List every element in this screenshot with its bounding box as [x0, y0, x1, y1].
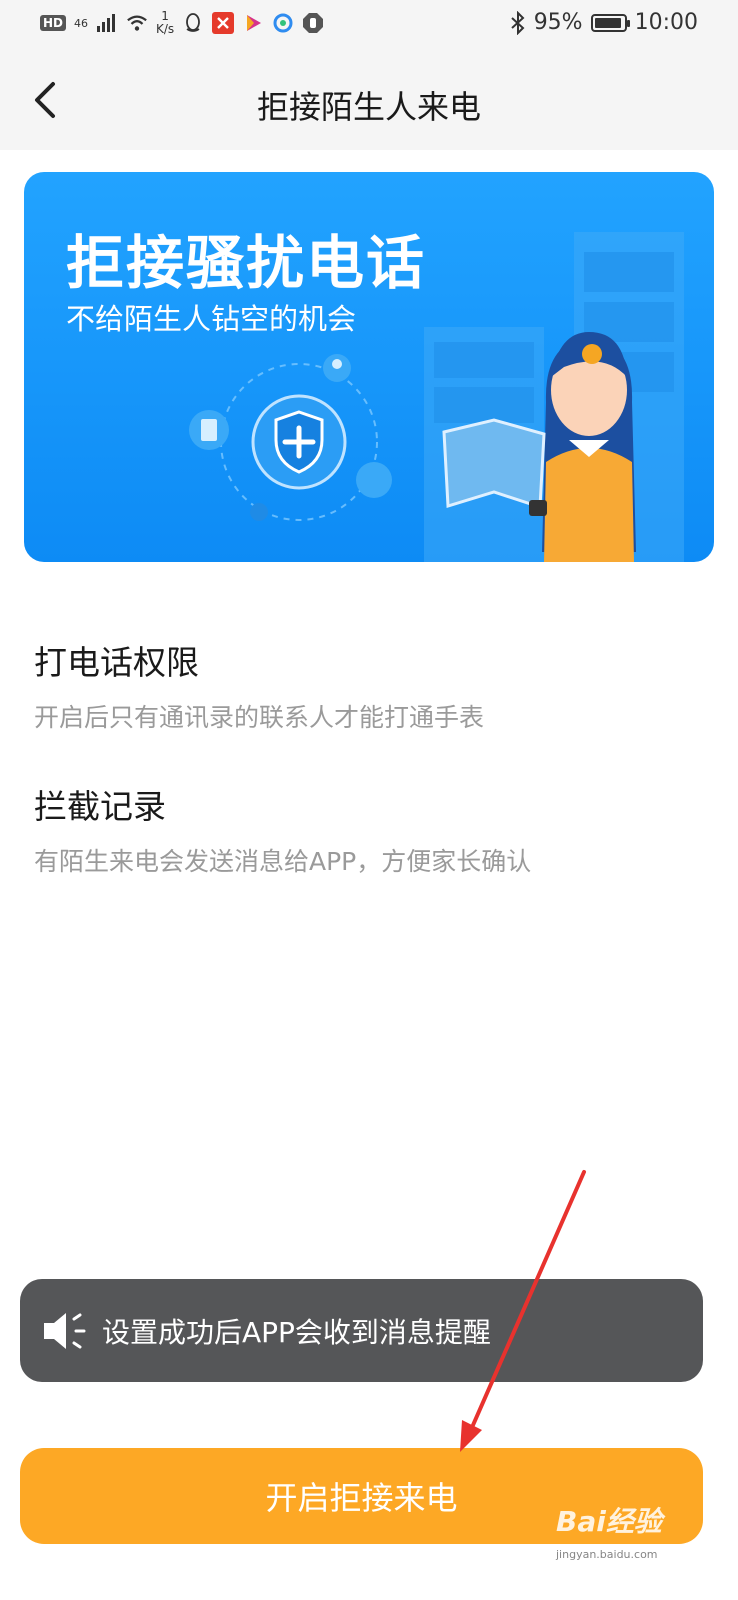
setting-description: 有陌生来电会发送消息给APP，方便家长确认	[34, 847, 532, 876]
battery-percent: 95%	[533, 10, 583, 35]
status-bar: HD 46 1 K/s 95% 10:00	[0, 0, 738, 52]
network-type: 46	[74, 16, 89, 30]
network-speed: 1 K/s	[156, 10, 174, 36]
browser-app-icon	[273, 13, 293, 33]
setting-title: 拦截记录	[34, 787, 166, 826]
bluetooth-icon	[511, 10, 525, 35]
qq-icon	[186, 13, 201, 32]
status-right: 95% 10:00	[510, 10, 698, 35]
setting-block-log[interactable]: 拦截记录 有陌生来电会发送消息给APP，方便家长确认	[34, 780, 694, 878]
play-app-icon	[247, 15, 262, 31]
setting-title: 打电话权限	[34, 643, 199, 682]
red-app-icon	[212, 12, 235, 34]
toast-text: 设置成功后APP会收到消息提醒	[102, 1315, 491, 1349]
battery-level	[594, 17, 622, 28]
header: 拒接陌生人来电	[0, 60, 738, 144]
status-left: HD 46 1 K/s	[40, 10, 324, 36]
battery-icon	[590, 13, 630, 32]
banner: 拒接骚扰电话 不给陌生人钻空的机会	[24, 172, 714, 562]
setting-description: 开启后只有通讯录的联系人才能打通手表	[34, 703, 485, 732]
setting-call-permission[interactable]: 打电话权限 开启后只有通讯录的联系人才能打通手表	[34, 636, 694, 734]
speaker-icon	[44, 1312, 86, 1349]
banner-title: 拒接骚扰电话	[66, 229, 427, 297]
page-title: 拒接陌生人来电	[256, 88, 481, 126]
clock: 10:00	[634, 10, 698, 35]
watermark-url: jingyan.baidu.com	[556, 1548, 658, 1561]
toast-notice: 设置成功后APP会收到消息提醒	[20, 1279, 703, 1382]
wifi-icon	[127, 15, 147, 31]
signal-icon	[97, 14, 116, 32]
hand-app-icon	[303, 13, 324, 33]
watermark: Bai经验 jingyan.baidu.com	[556, 1500, 726, 1561]
hd-indicator: HD	[40, 15, 67, 31]
speed-unit: K/s	[156, 22, 175, 36]
watermark-logo: Bai经验	[556, 1505, 662, 1538]
banner-subtitle: 不给陌生人钻空的机会	[66, 302, 357, 336]
